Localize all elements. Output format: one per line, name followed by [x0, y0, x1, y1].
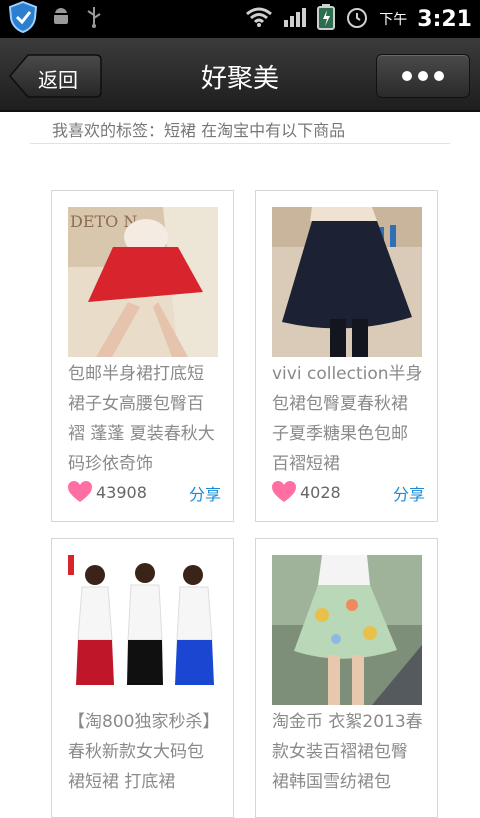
product-card[interactable]: vivi collection半身包裙包臀夏春秋裙子夏季糖果色包邮百褶短裙 40…: [255, 190, 438, 522]
product-image[interactable]: DETO N: [68, 207, 218, 357]
product-title[interactable]: vivi collection半身包裙包臀夏春秋裙子夏季糖果色包邮百褶短裙: [272, 359, 424, 479]
like-count-value: 43908: [96, 482, 147, 502]
heart-icon: [272, 481, 296, 502]
share-link[interactable]: 分享: [393, 481, 425, 505]
like-count[interactable]: 43908: [68, 481, 147, 503]
usb-icon: [84, 5, 104, 33]
signal-icon: [283, 6, 307, 32]
status-ampm: 下午: [379, 12, 408, 28]
tag-subheader-text: 我喜欢的标签：短裙 在淘宝中有以下商品: [52, 121, 346, 140]
battery-charging-icon: [317, 4, 336, 34]
more-dot-icon: [402, 71, 412, 81]
status-right-icons: 下午 3:21: [245, 0, 472, 38]
tag-subheader: 我喜欢的标签：短裙 在淘宝中有以下商品: [30, 112, 450, 144]
share-link[interactable]: 分享: [189, 481, 221, 505]
android-debug-icon: [50, 6, 72, 32]
product-title[interactable]: 【淘800独家秒杀】春秋新款女大码包裙短裙 打底裙: [68, 707, 220, 797]
product-card[interactable]: DETO N 包邮半身裙打底短裙子女高腰包臀百褶 蓬蓬 夏装春秋大码珍依奇饰 4…: [51, 190, 234, 522]
heart-icon: [68, 481, 92, 502]
more-dot-icon: [434, 71, 444, 81]
product-image[interactable]: [272, 207, 422, 357]
status-left-icons: [8, 0, 104, 38]
title-bar: 返回 好聚美: [0, 38, 480, 112]
alarm-icon: [345, 5, 369, 33]
wifi-icon: [245, 6, 273, 32]
like-count-value: 4028: [300, 482, 341, 502]
product-image[interactable]: [68, 555, 218, 705]
product-card[interactable]: 【淘800独家秒杀】春秋新款女大码包裙短裙 打底裙: [51, 538, 234, 818]
product-image[interactable]: [272, 555, 422, 705]
product-title[interactable]: 包邮半身裙打底短裙子女高腰包臀百褶 蓬蓬 夏装春秋大码珍依奇饰: [68, 359, 220, 479]
product-title[interactable]: 淘金币 衣絮2013春款女装百褶裙包臀裙韩国雪纺裙包: [272, 707, 424, 797]
status-time: 3:21: [417, 6, 472, 32]
more-options-button[interactable]: [376, 54, 470, 98]
like-count[interactable]: 4028: [272, 481, 341, 503]
shield-icon: [8, 0, 38, 37]
product-card[interactable]: 淘金币 衣絮2013春款女装百褶裙包臀裙韩国雪纺裙包: [255, 538, 438, 818]
more-dot-icon: [418, 71, 428, 81]
status-bar: 下午 3:21: [0, 0, 480, 38]
